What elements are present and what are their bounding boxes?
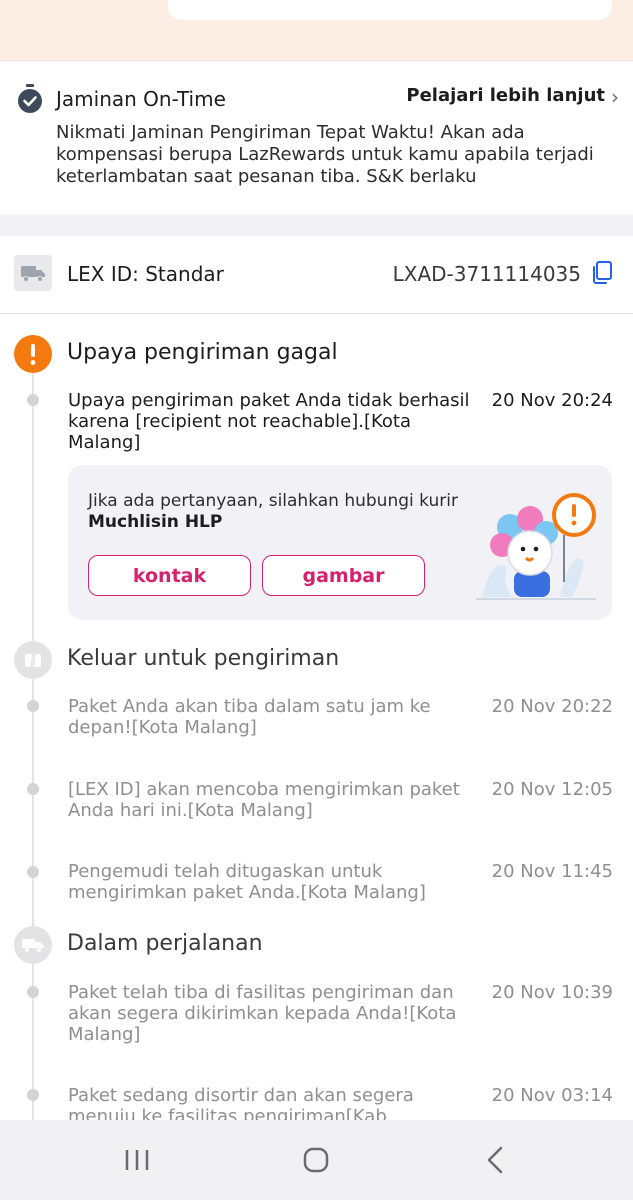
timeline-dot xyxy=(27,700,39,712)
top-section xyxy=(0,0,633,60)
home-icon[interactable] xyxy=(296,1140,336,1180)
event-text: [LEX ID] akan mencoba mengirimkan paket … xyxy=(68,779,460,821)
truck-icon xyxy=(14,926,52,964)
event-time: 20 Nov 20:24 xyxy=(491,390,613,411)
timeline-dot xyxy=(27,1089,39,1101)
tracking-number: LXAD-3711114035 xyxy=(392,262,581,286)
courier-contact-card: Jika ada pertanyaan, silahkan hubungi ku… xyxy=(68,465,612,620)
ontime-guarantee-section: Jaminan On-Time Pelajari lebih lanjut › … xyxy=(0,60,633,214)
timeline-dot xyxy=(27,866,39,878)
timeline-line xyxy=(32,360,34,1120)
event-time: 20 Nov 12:05 xyxy=(491,779,613,800)
event-time: 20 Nov 20:22 xyxy=(491,696,613,717)
stopwatch-check-icon xyxy=(18,84,42,113)
event-time: 20 Nov 11:45 xyxy=(491,861,613,882)
ontime-description: Nikmati Jaminan Pengiriman Tepat Waktu! … xyxy=(56,122,594,187)
chevron-right-icon[interactable]: › xyxy=(611,85,619,109)
shipment-service-label: LEX ID: Standar xyxy=(67,262,224,286)
recent-apps-icon[interactable] xyxy=(117,1140,157,1180)
alert-icon xyxy=(14,335,52,373)
event-time: 20 Nov 03:14 xyxy=(491,1085,613,1106)
learn-more-link[interactable]: Pelajari lebih lanjut xyxy=(406,85,605,106)
status-title: Upaya pengiriman gagal xyxy=(67,340,338,365)
mascot-illustration xyxy=(476,493,596,600)
courier-prompt: Jika ada pertanyaan, silahkan hubungi ku… xyxy=(88,491,458,533)
event-text: Paket Anda akan tiba dalam satu jam ke d… xyxy=(68,696,431,738)
timeline-dot xyxy=(27,986,39,998)
event-text: Pengemudi telah ditugaskan untuk mengiri… xyxy=(68,861,426,903)
timeline-dot xyxy=(27,783,39,795)
timeline-dot xyxy=(27,394,39,406)
event-text: Paket telah tiba di fasilitas pengiriman… xyxy=(68,982,457,1045)
image-button[interactable]: gambar xyxy=(262,555,425,596)
courier-prompt-text: Jika ada pertanyaan, silahkan hubungi ku… xyxy=(88,491,458,511)
event-text: Upaya pengiriman paket Anda tidak berhas… xyxy=(68,390,470,453)
courier-name: Muchlisin HLP xyxy=(88,512,223,532)
truck-icon xyxy=(14,255,52,291)
status-title: Keluar untuk pengiriman xyxy=(67,646,340,671)
system-navigation-bar xyxy=(0,1120,633,1200)
event-time: 20 Nov 10:39 xyxy=(491,982,613,1003)
shipment-header: LEX ID: Standar LXAD-3711114035 xyxy=(0,236,633,314)
back-icon[interactable] xyxy=(476,1140,516,1180)
copy-icon[interactable] xyxy=(591,261,613,285)
status-title: Dalam perjalanan xyxy=(67,931,263,956)
contact-button[interactable]: kontak xyxy=(88,555,251,596)
ontime-title: Jaminan On-Time xyxy=(56,87,226,111)
section-divider xyxy=(0,214,633,236)
parcel-icon xyxy=(14,641,52,679)
top-card xyxy=(168,0,612,20)
